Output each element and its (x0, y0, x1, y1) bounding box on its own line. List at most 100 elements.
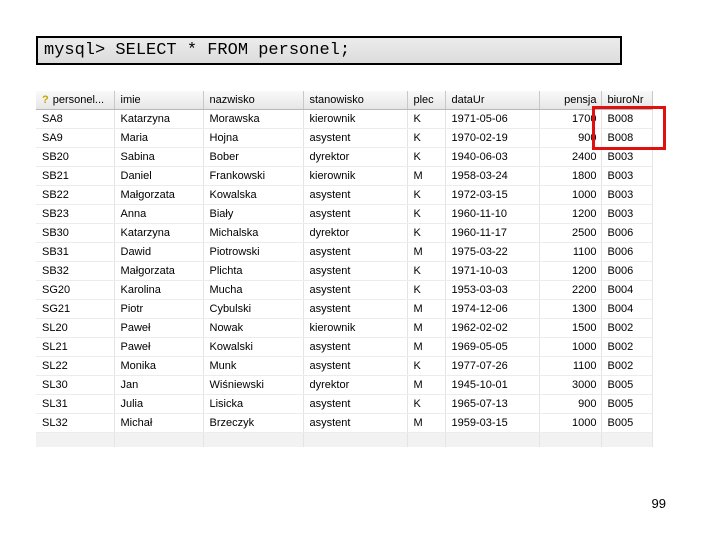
table-cell[interactable]: B005 (601, 375, 653, 395)
table-cell[interactable]: Lisicka (203, 394, 304, 414)
table-row[interactable]: SB21 Daniel Frankowski kierownik M 1958-03-24… (36, 166, 653, 186)
column-header-personel[interactable]: ? personel... (36, 91, 115, 110)
table-row[interactable]: SL30 Jan Wiśniewski dyrektor M 1945-10-01 3000… (36, 375, 653, 395)
table-cell[interactable]: dyrektor (303, 223, 408, 243)
table-cell[interactable]: Michał (114, 413, 204, 433)
table-cell[interactable]: kierownik (303, 166, 408, 186)
column-header-nazwisko[interactable]: nazwisko (203, 91, 304, 110)
table-cell[interactable]: 1000 (539, 337, 602, 357)
table-cell[interactable]: 1974-12-06 (445, 299, 540, 319)
table-cell[interactable]: asystent (303, 413, 408, 433)
table-cell[interactable]: K (407, 223, 446, 243)
table-cell[interactable]: B003 (601, 166, 653, 186)
table-cell[interactable]: Maria (114, 128, 204, 148)
table-cell[interactable]: Małgorzata (114, 261, 204, 281)
table-cell[interactable]: Hojna (203, 128, 304, 148)
table-cell[interactable]: 1940-06-03 (445, 147, 540, 167)
table-cell[interactable]: Cybulski (203, 299, 304, 319)
table-cell[interactable]: K (407, 261, 446, 281)
table-cell[interactable]: 1200 (539, 204, 602, 224)
table-cell[interactable]: Mucha (203, 280, 304, 300)
table-cell[interactable]: SA9 (36, 128, 115, 148)
table-cell[interactable]: K (407, 109, 446, 129)
table-cell[interactable]: M (407, 318, 446, 338)
table-cell[interactable]: Julia (114, 394, 204, 414)
table-row[interactable]: SB32 Małgorzata Plichta asystent K 1971-10-03… (36, 261, 653, 281)
table-cell[interactable]: 2500 (539, 223, 602, 243)
table-cell[interactable]: kierownik (303, 109, 408, 129)
table-cell[interactable]: B003 (601, 204, 653, 224)
table-cell[interactable]: 900 (539, 394, 602, 414)
table-cell[interactable]: K (407, 147, 446, 167)
table-cell[interactable]: 2200 (539, 280, 602, 300)
table-cell[interactable]: 1100 (539, 242, 602, 262)
table-row[interactable]: SL31 Julia Lisicka asystent K 1965-07-13 900 B0… (36, 394, 653, 414)
column-header-dataur[interactable]: dataUr (445, 91, 540, 110)
table-cell[interactable]: 1969-05-05 (445, 337, 540, 357)
table-cell[interactable]: M (407, 166, 446, 186)
table-cell[interactable]: 1960-11-17 (445, 223, 540, 243)
table-cell[interactable]: dyrektor (303, 375, 408, 395)
table-row[interactable]: SB22 Małgorzata Kowalska asystent K 1972-03-1… (36, 185, 653, 205)
table-cell[interactable]: SL21 (36, 337, 115, 357)
table-cell[interactable]: Anna (114, 204, 204, 224)
table-cell[interactable]: 1500 (539, 318, 602, 338)
column-header-imie[interactable]: imie (114, 91, 204, 110)
table-cell[interactable]: asystent (303, 128, 408, 148)
table-cell[interactable]: M (407, 413, 446, 433)
table-cell[interactable]: Katarzyna (114, 109, 204, 129)
table-cell[interactable]: K (407, 356, 446, 376)
table-cell[interactable]: K (407, 185, 446, 205)
table-cell[interactable]: 1971-05-06 (445, 109, 540, 129)
table-cell[interactable]: Karolina (114, 280, 204, 300)
table-cell[interactable]: Michalska (203, 223, 304, 243)
table-cell[interactable]: SL22 (36, 356, 115, 376)
table-row[interactable]: SB31 Dawid Piotrowski asystent M 1975-03-22 11… (36, 242, 653, 262)
table-row[interactable]: SL20 Paweł Nowak kierownik M 1962-02-02 1500 B0… (36, 318, 653, 338)
table-row[interactable]: SL21 Paweł Kowalski asystent M 1969-05-05 1000… (36, 337, 653, 357)
table-cell[interactable]: Bober (203, 147, 304, 167)
table-cell[interactable]: 3000 (539, 375, 602, 395)
table-cell[interactable]: SL30 (36, 375, 115, 395)
table-cell[interactable]: Piotrowski (203, 242, 304, 262)
table-row[interactable]: SB23 Anna Biały asystent K 1960-11-10 1200 B003 (36, 204, 653, 224)
table-cell[interactable]: Dawid (114, 242, 204, 262)
table-cell[interactable]: Daniel (114, 166, 204, 186)
table-cell[interactable]: 1960-11-10 (445, 204, 540, 224)
table-cell[interactable]: B006 (601, 223, 653, 243)
table-cell[interactable]: 1965-07-13 (445, 394, 540, 414)
table-cell[interactable]: asystent (303, 280, 408, 300)
table-cell[interactable]: Paweł (114, 337, 204, 357)
table-cell[interactable]: Małgorzata (114, 185, 204, 205)
table-cell[interactable]: 1958-03-24 (445, 166, 540, 186)
table-cell[interactable]: B002 (601, 337, 653, 357)
table-cell[interactable]: Wiśniewski (203, 375, 304, 395)
table-cell[interactable]: Brzeczyk (203, 413, 304, 433)
table-cell[interactable]: SL32 (36, 413, 115, 433)
table-cell[interactable]: Morawska (203, 109, 304, 129)
table-cell[interactable]: asystent (303, 185, 408, 205)
table-cell[interactable]: Kowalska (203, 185, 304, 205)
table-row[interactable]: SB30 Katarzyna Michalska dyrektor K 1960-11-1… (36, 223, 653, 243)
table-cell[interactable]: SB20 (36, 147, 115, 167)
table-cell[interactable]: 1100 (539, 356, 602, 376)
table-cell[interactable]: Nowak (203, 318, 304, 338)
table-cell[interactable]: Kowalski (203, 337, 304, 357)
table-cell[interactable]: B002 (601, 356, 653, 376)
table-cell[interactable]: 1970-02-19 (445, 128, 540, 148)
table-cell[interactable]: asystent (303, 337, 408, 357)
table-row[interactable]: SL32 Michał Brzeczyk asystent M 1959-03-15 100… (36, 413, 653, 433)
table-cell[interactable]: SB31 (36, 242, 115, 262)
table-cell[interactable]: B006 (601, 261, 653, 281)
table-cell[interactable]: asystent (303, 261, 408, 281)
table-cell[interactable]: B006 (601, 242, 653, 262)
table-cell[interactable]: 1000 (539, 185, 602, 205)
table-cell[interactable]: B005 (601, 413, 653, 433)
table-cell[interactable]: 1000 (539, 413, 602, 433)
table-cell[interactable]: SG21 (36, 299, 115, 319)
table-row[interactable]: SA8 Katarzyna Morawska kierownik K 1971-05-06… (36, 109, 653, 129)
table-cell[interactable]: 1800 (539, 166, 602, 186)
table-cell[interactable]: SB30 (36, 223, 115, 243)
table-cell[interactable]: Paweł (114, 318, 204, 338)
table-cell[interactable]: SL31 (36, 394, 115, 414)
